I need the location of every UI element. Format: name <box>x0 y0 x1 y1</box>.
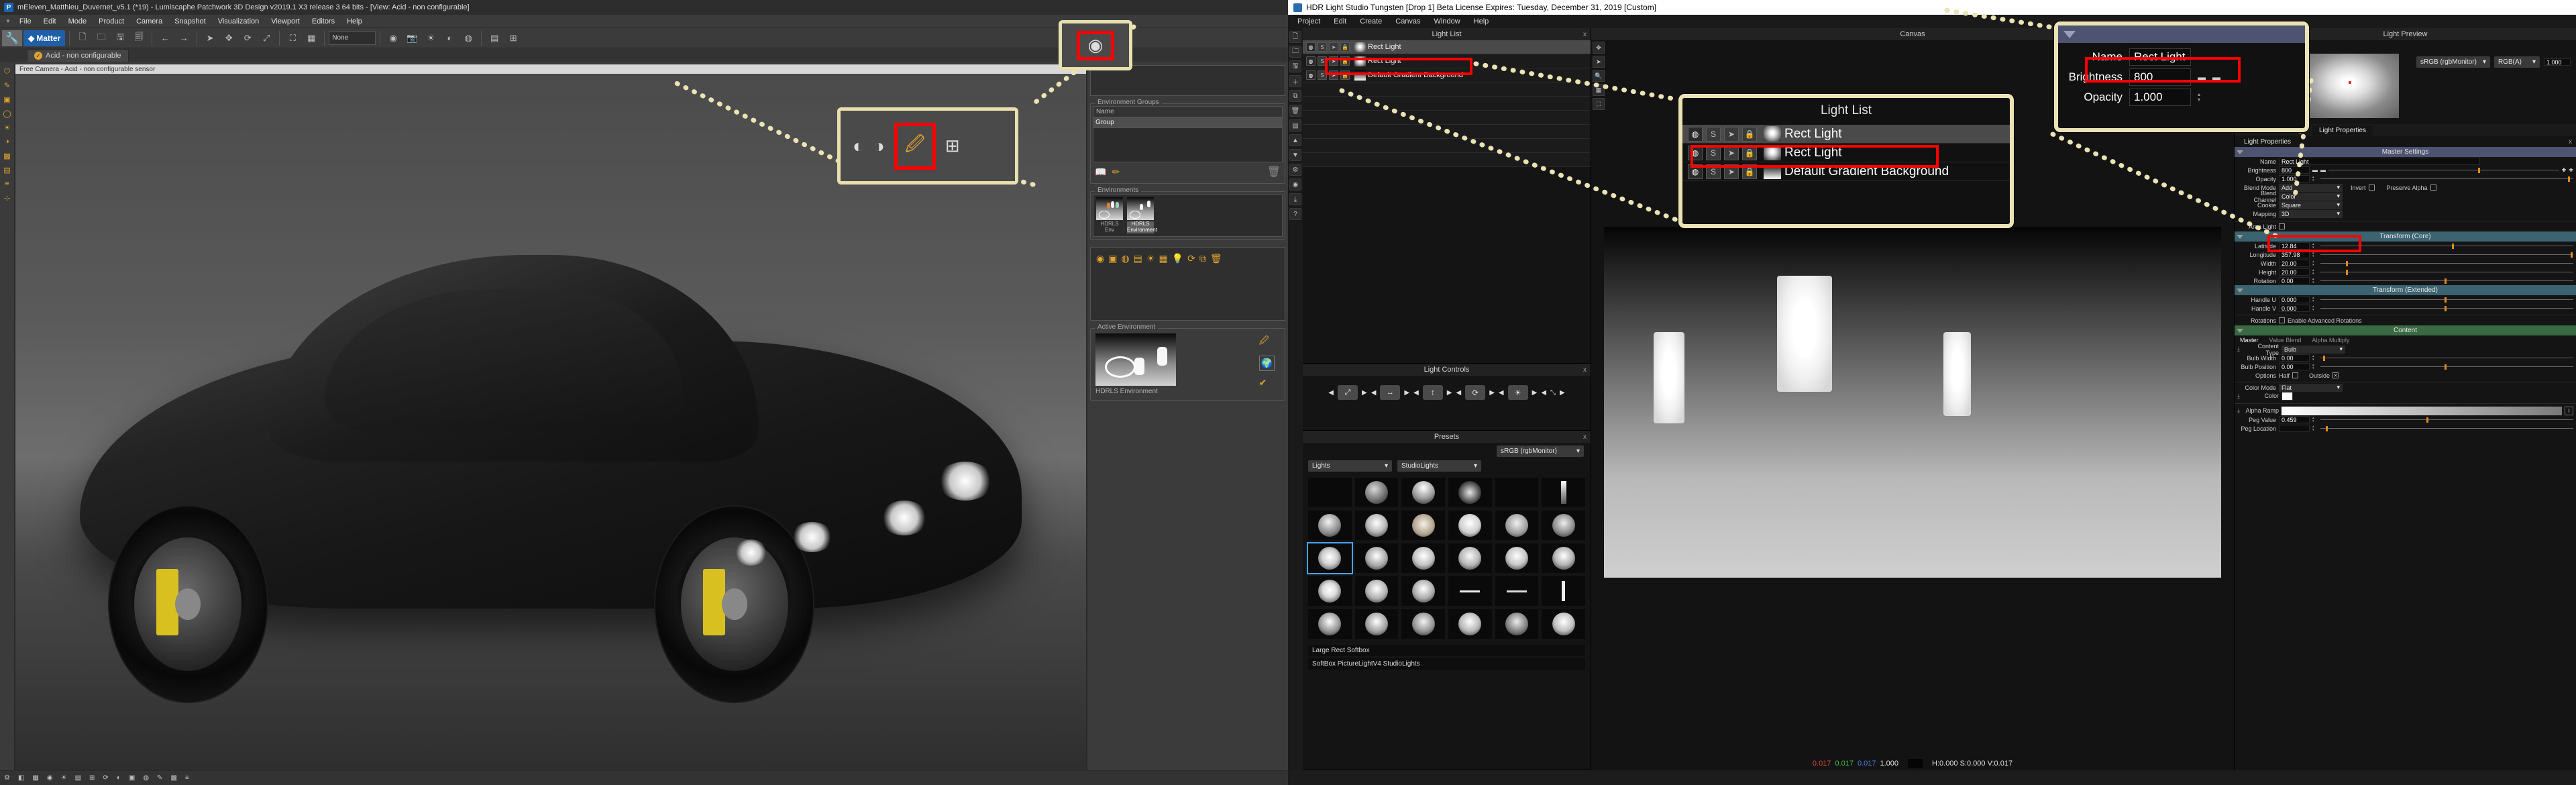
callout-brightness-field: 800 <box>2129 68 2191 86</box>
minus-icon: ▬ <box>2198 72 2206 82</box>
solo-icon: S <box>1706 145 1721 160</box>
power-icon: ◍ <box>1688 126 1703 142</box>
power-icon: ◍ <box>1688 164 1703 179</box>
magnified-icon: ◑ <box>873 135 885 156</box>
minus-small-icon: ▬ <box>2212 72 2220 82</box>
callout-brightness-label: Brightness <box>2068 70 2123 83</box>
light-swatch <box>1764 126 1781 142</box>
callout-name-label: Name <box>2092 50 2123 63</box>
callout-light-row: ◍ S ➤ 🔒 Rect Light <box>1682 144 2010 162</box>
callout-section-header <box>2058 25 2305 43</box>
light-list-callout: Light List ◍ S ➤ 🔒 Rect Light ◍ S ➤ 🔒 Re… <box>1678 94 2014 228</box>
callout-light-name: Default Gradient Background <box>1784 164 1949 178</box>
connector-light-list-a <box>1473 61 1680 102</box>
opacity-spinner: ▴ ▾ <box>2198 91 2201 103</box>
callout-light-row: ◍ S ➤ 🔒 Default Gradient Background <box>1682 162 2010 181</box>
highlighted-environment-icon: 🖉 <box>894 122 936 170</box>
solo-icon: S <box>1706 164 1721 179</box>
callout-light-row: ◍ S ➤ 🔒 Rect Light <box>1682 125 2010 144</box>
callout-opacity-label: Opacity <box>2084 91 2123 103</box>
light-swatch <box>1764 145 1781 160</box>
select-icon: ➤ <box>1724 164 1739 179</box>
light-swatch <box>1764 164 1781 179</box>
connector-light-list-b <box>1339 88 1683 224</box>
toolbar-magnifier-1: ◉ <box>1059 20 1132 70</box>
select-icon: ➤ <box>1724 126 1739 142</box>
connector-lens-2 <box>668 78 841 164</box>
lock-icon: 🔒 <box>1742 145 1757 160</box>
lock-icon: 🔒 <box>1742 126 1757 142</box>
connector-props-bottom <box>2050 132 2284 241</box>
highlighted-toolbar-icon: ◉ <box>1077 30 1114 60</box>
callout-name-row: Name Rect Light <box>2058 47 2305 67</box>
toolbar-magnifier-2: ◐ ◑ 🖉 ⊞ <box>837 107 1018 185</box>
callout-light-name: Rect Light <box>1784 145 1842 160</box>
callout-name-field: Rect Light <box>2129 48 2191 66</box>
power-icon: ◍ <box>1688 145 1703 160</box>
callout-opacity-field: 1.000 <box>2129 89 2191 106</box>
screenshot-root: P mEleven_Matthieu_Duvernet_v5.1 (*19) -… <box>0 0 2576 785</box>
light-properties-callout: Name Rect Light Brightness 800 ▬ ▬ Opaci… <box>2054 21 2309 132</box>
callout-opacity-row: Opacity 1.000 ▴ ▾ <box>2058 87 2305 107</box>
collapse-triangle-icon <box>2063 30 2076 38</box>
callout-light-name: Rect Light <box>1784 126 1842 141</box>
solo-icon: S <box>1706 126 1721 142</box>
select-icon: ➤ <box>1724 145 1739 160</box>
magnified-icon: ◐ <box>853 135 864 156</box>
connector-props-top <box>1943 7 2052 30</box>
magnified-icon: ⊞ <box>945 136 960 156</box>
callout-brightness-row: Brightness 800 ▬ ▬ <box>2058 67 2305 87</box>
lock-icon: 🔒 <box>1742 164 1757 179</box>
callout-light-list-title: Light List <box>1820 103 1872 117</box>
